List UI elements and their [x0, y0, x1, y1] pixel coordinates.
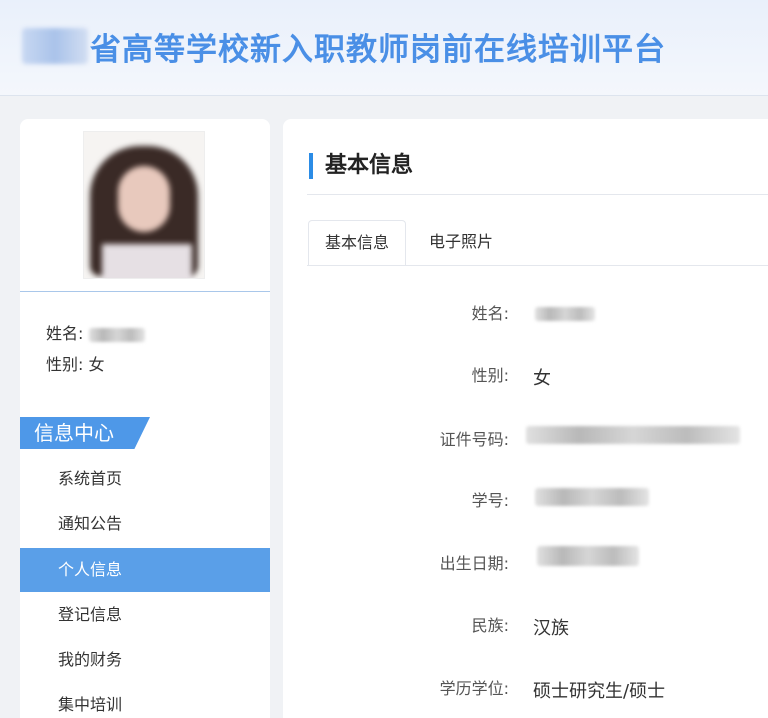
menu-item-home[interactable]: 系统首页: [20, 457, 270, 501]
section-title-divider: [307, 194, 768, 195]
profile-name-redacted: [88, 327, 145, 342]
field-value-birth-date-redacted: [537, 546, 639, 566]
field-value-name-redacted: [535, 307, 595, 321]
field-value-id-number-redacted: [526, 426, 740, 444]
tab-photo[interactable]: 电子照片: [413, 220, 509, 266]
profile-gender-value: 女: [88, 355, 105, 374]
profile-name-line: 姓名:: [46, 320, 145, 344]
menu-item-registration[interactable]: 登记信息: [20, 593, 270, 637]
field-value-gender: 女: [533, 368, 551, 389]
field-label-id-number: 证件号码:: [439, 430, 509, 449]
field-label-student-id: 学号:: [471, 491, 509, 510]
menu-item-finance[interactable]: 我的财务: [20, 638, 270, 682]
left-sidebar: 姓名: 性别: 女 信息中心 系统首页 通知公告 个人信息 登记信息 我的财务 …: [20, 119, 270, 718]
main-content: 基本信息 基本信息 电子照片 姓名: 性别: 女 证件号码: 学号: 出生日期:…: [283, 119, 768, 718]
menu-item-notices[interactable]: 通知公告: [20, 502, 270, 546]
platform-title: 省高等学校新入职教师岗前在线培训平台: [90, 32, 666, 68]
menu-item-personal-info[interactable]: 个人信息: [20, 548, 270, 592]
field-label-ethnicity: 民族:: [471, 616, 509, 635]
sidebar-divider: [20, 291, 270, 292]
field-value-education: 硕士研究生/硕士: [533, 681, 666, 702]
profile-gender-line: 性别: 女: [46, 351, 105, 375]
field-label-name: 姓名:: [471, 304, 509, 323]
page-header: 省高等学校新入职教师岗前在线培训平台: [0, 0, 768, 96]
field-label-birth-date: 出生日期:: [439, 554, 509, 573]
tab-basic-info[interactable]: 基本信息: [308, 220, 407, 266]
tabs-divider: [307, 265, 768, 266]
field-label-education: 学历学位:: [439, 679, 509, 698]
field-value-student-id-redacted: [535, 488, 649, 506]
redacted-province-name: [22, 28, 88, 64]
field-value-ethnicity: 汉族: [533, 618, 569, 639]
section-title: 基本信息: [309, 153, 413, 179]
field-label-gender: 性别:: [471, 366, 509, 385]
profile-name-label: 姓名:: [46, 324, 84, 343]
profile-gender-label: 性别:: [46, 355, 84, 374]
menu-heading-info-center: 信息中心: [20, 417, 150, 449]
user-avatar-photo: [83, 131, 205, 279]
menu-item-training[interactable]: 集中培训: [20, 683, 270, 718]
